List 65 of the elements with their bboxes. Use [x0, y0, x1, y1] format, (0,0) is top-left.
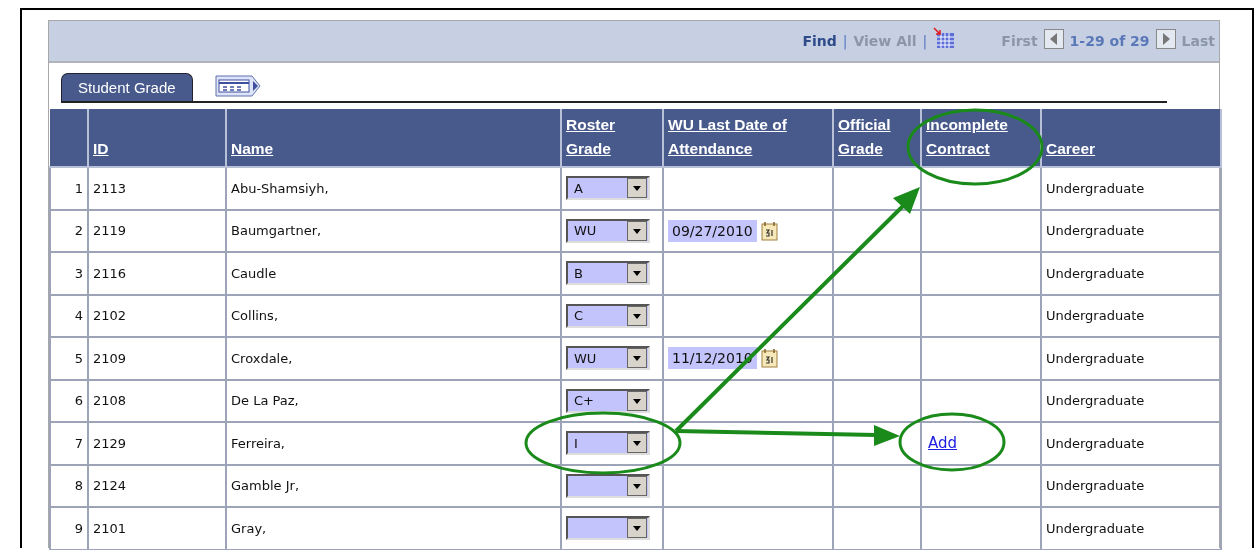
career: Undergraduate: [1046, 393, 1145, 409]
career: Undergraduate: [1046, 435, 1145, 451]
row-number: 7: [74, 435, 83, 451]
add-link[interactable]: Add: [928, 434, 958, 453]
student-name: Gamble Jr,: [231, 478, 299, 494]
calendar-icon[interactable]: [760, 220, 779, 241]
student-id: 2101: [93, 520, 127, 536]
separator: |: [842, 33, 848, 49]
student-id: 2113: [93, 180, 127, 196]
caret-icon: [627, 475, 647, 496]
date-field[interactable]: 09/27/2010: [668, 219, 757, 242]
download-grid-icon[interactable]: [933, 27, 956, 49]
student-name: Baumgartner,: [231, 223, 322, 239]
separator: |: [922, 33, 928, 49]
grade-dropdown[interactable]: [566, 473, 650, 498]
toolbar-link[interactable]: Find: [802, 33, 837, 49]
grade-dropdown[interactable]: C: [566, 303, 650, 328]
career: Undergraduate: [1046, 265, 1145, 281]
row-number: 4: [74, 308, 83, 324]
grade-dropdown[interactable]: I: [566, 431, 650, 456]
grade-dropdown[interactable]: [566, 516, 650, 541]
career: Undergraduate: [1046, 180, 1145, 196]
student-name: Collins,: [231, 308, 278, 324]
caret-icon: [627, 263, 647, 284]
caret-icon: [627, 348, 647, 369]
student-name: Caudle: [231, 265, 277, 281]
career: Undergraduate: [1046, 478, 1145, 494]
row-number: 5: [74, 350, 83, 366]
student-name: De La Paz,: [231, 393, 299, 409]
calendar-icon[interactable]: [760, 348, 779, 369]
student-id: 2129: [93, 435, 127, 451]
grade-dropdown[interactable]: A: [566, 176, 650, 201]
career: Undergraduate: [1046, 350, 1145, 366]
row-number: 3: [74, 265, 83, 281]
student-id: 2109: [93, 350, 127, 366]
student-name: Ferreira,: [231, 435, 285, 451]
row-count: 1-29 of 29: [1069, 33, 1150, 49]
grade-dropdown[interactable]: C+: [566, 388, 650, 413]
tab[interactable]: Student Grade: [61, 73, 193, 101]
row-number: 1: [74, 180, 83, 196]
student-name: Gray,: [231, 520, 267, 536]
student-name: Abu-Shamsiyh,: [231, 180, 329, 196]
career: Undergraduate: [1046, 520, 1145, 536]
caret-icon: [627, 178, 647, 199]
show-all-columns-icon[interactable]: [214, 75, 263, 97]
student-name: Croxdale,: [231, 350, 293, 366]
grade-dropdown[interactable]: WU: [566, 346, 650, 371]
student-id: 2116: [93, 265, 127, 281]
student-id: 2119: [93, 223, 127, 239]
caret-icon: [627, 220, 647, 241]
row-number: 2: [74, 223, 83, 239]
student-id: 2124: [93, 478, 127, 494]
caret-icon: [627, 433, 647, 454]
row-number: 9: [74, 520, 83, 536]
grade-dropdown[interactable]: WU: [566, 218, 650, 243]
career: Undergraduate: [1046, 308, 1145, 324]
caret-icon: [627, 518, 647, 539]
row-number: 6: [74, 393, 83, 409]
caret-icon: [627, 390, 647, 411]
grade-dropdown[interactable]: B: [566, 261, 650, 286]
student-id: 2102: [93, 308, 127, 324]
career: Undergraduate: [1046, 223, 1145, 239]
student-id: 2108: [93, 393, 127, 409]
caret-icon: [627, 305, 647, 326]
row-number: 8: [74, 478, 83, 494]
